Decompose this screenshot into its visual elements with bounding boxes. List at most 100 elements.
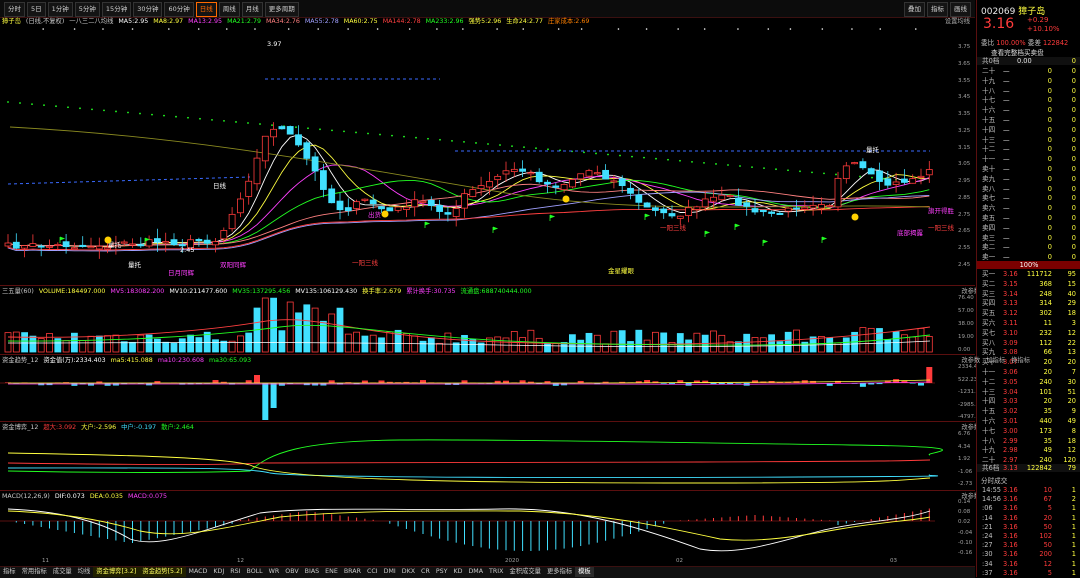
period-button[interactable]: 15分钟 (102, 2, 131, 17)
volume-bar (744, 334, 750, 352)
depth-level-label: 十五 (982, 407, 995, 415)
volume-bar (163, 342, 169, 352)
volume-bar (154, 339, 160, 352)
money-trend-chart[interactable] (0, 366, 975, 420)
ma-legend-item: 强势5:2.96 (469, 18, 502, 25)
indicator-tab[interactable]: WR (266, 567, 283, 577)
indicator-tab[interactable]: 资金博弈[3.2] (93, 567, 139, 577)
ma-legend-item: MA5:2.95 (118, 18, 148, 25)
indicator-tab[interactable]: RSI (227, 567, 243, 577)
indicator-tab[interactable]: KD (450, 567, 465, 577)
candle-body (860, 162, 866, 168)
indicator-tab[interactable]: 成交量 (50, 567, 75, 577)
indicator-tab[interactable]: DMI (381, 567, 399, 577)
depth-count: 18 (1068, 437, 1076, 445)
ma-settings-button[interactable]: 设置均线 (945, 17, 970, 27)
buy-total-price: 3.13 (1003, 464, 1018, 472)
indicator-tab[interactable]: TRIX (486, 567, 506, 577)
signal-marker (42, 28, 44, 30)
period-button[interactable]: 60分钟 (164, 2, 193, 17)
money-bar (752, 380, 758, 383)
indicator-tab[interactable]: 常用指标 (19, 567, 50, 577)
panel-legend-item: 资金值(万):2334.403 (43, 357, 105, 364)
indicator-tab[interactable]: PSY (433, 567, 451, 577)
indicator-tab[interactable]: KDJ (210, 567, 227, 577)
period-button[interactable]: 5分钟 (75, 2, 100, 17)
depth-level-label: 十九 (982, 77, 995, 85)
volume-bar (686, 340, 692, 352)
depth-volume: 0 (1048, 106, 1052, 114)
indicator-tab[interactable]: DKX (399, 567, 418, 577)
date-tick-label: 12 (237, 558, 244, 564)
full-depth-link[interactable]: 查看完整档买卖盘 (991, 47, 1044, 57)
axis-tick-label: 57.00 (958, 308, 974, 314)
indicator-tab[interactable]: MACD (186, 567, 211, 577)
indicator-tab[interactable]: 金积成交量 (506, 567, 543, 577)
indicator-tab[interactable]: BRAR (341, 567, 364, 577)
trade-count: 1 (1072, 504, 1076, 512)
depth-count: 0 (1072, 87, 1076, 95)
money-bar (661, 383, 667, 384)
indicator-tab[interactable]: BOLL (243, 567, 265, 577)
dotted-trend-point (355, 132, 357, 134)
indicator-tab[interactable]: 均线 (75, 567, 94, 577)
indicator-tab[interactable]: 更多指标 (544, 567, 575, 577)
indicator-tab[interactable]: DMA (465, 567, 486, 577)
dotted-trend-point (811, 171, 813, 173)
period-button[interactable]: 1分钟 (48, 2, 73, 17)
indicator-tab[interactable]: 指标 (0, 567, 19, 577)
volume-bar (146, 335, 152, 352)
depth-price: — (1003, 214, 1010, 222)
candle-body (470, 190, 476, 197)
depth-volume: 0 (1048, 165, 1052, 173)
period-button[interactable]: 更多周期 (265, 2, 299, 17)
depth-count: 0 (1072, 106, 1076, 114)
volume-chart[interactable] (0, 297, 975, 353)
indicator-tab[interactable]: OBV (282, 567, 301, 577)
dotted-trend-point (379, 134, 381, 136)
toolbar-button[interactable]: 叠加 (904, 2, 925, 17)
macd-chart[interactable] (0, 501, 975, 557)
sell-total-price: 0.00 (1017, 57, 1032, 65)
period-button[interactable]: 日线 (196, 2, 217, 17)
indicator-tab[interactable]: 资金趋势[5.2] (139, 567, 185, 577)
trade-volume: 5 (1048, 504, 1052, 512)
trade-price: 3.16 (1003, 569, 1018, 577)
panel-legend-item: 三五量(60) (2, 288, 34, 295)
depth-volume: 20 (1044, 397, 1052, 405)
indicator-tab[interactable]: CCI (364, 567, 381, 577)
period-button[interactable]: 分时 (4, 2, 25, 17)
candle-body (196, 239, 202, 240)
indicator-tab[interactable]: BIAS (302, 567, 322, 577)
depth-volume: 49 (1044, 446, 1052, 454)
depth-row: 十三—00 (977, 136, 1080, 144)
period-button[interactable]: 5日 (27, 2, 46, 17)
depth-count: 20 (1068, 358, 1076, 366)
signal-marker (558, 28, 560, 30)
depth-level-label: 十一 (982, 368, 995, 376)
period-button[interactable]: 月线 (242, 2, 263, 17)
indicator-tab[interactable]: ENE (322, 567, 341, 577)
panel-tool-button[interactable]: 加指标 (986, 357, 1005, 364)
toolbar-button[interactable]: 指标 (927, 2, 948, 17)
candle-body (877, 171, 883, 182)
candlestick-chart[interactable]: 3.97量托量托量托2.45日月同辉双阳同辉日线一阳三线一阳三线一阳三线金星耀眼… (0, 27, 975, 283)
period-button[interactable]: 周线 (219, 2, 240, 17)
candle-body (744, 203, 750, 207)
depth-row: 十六3.0144049 (977, 417, 1080, 425)
signal-marker (347, 28, 349, 30)
indicator-tab[interactable]: CR (418, 567, 433, 577)
depth-price: — (1003, 175, 1010, 183)
axis-tick-label: 6.76 (958, 431, 970, 437)
period-button[interactable]: 30分钟 (133, 2, 162, 17)
toolbar-button[interactable]: 画线 (950, 2, 971, 17)
trade-time: :34 (982, 560, 993, 568)
panel-tool-button[interactable]: 改参数 (961, 357, 980, 364)
indicator-tab[interactable]: 模板 (575, 567, 594, 577)
dotted-trend-point (79, 107, 81, 109)
fund-flow-chart[interactable] (0, 433, 975, 489)
signal-marker (767, 28, 769, 30)
panel-tool-button[interactable]: 换指标 (1011, 357, 1030, 364)
depth-level-label: 买一 (982, 270, 995, 278)
volume-bar (387, 332, 393, 352)
